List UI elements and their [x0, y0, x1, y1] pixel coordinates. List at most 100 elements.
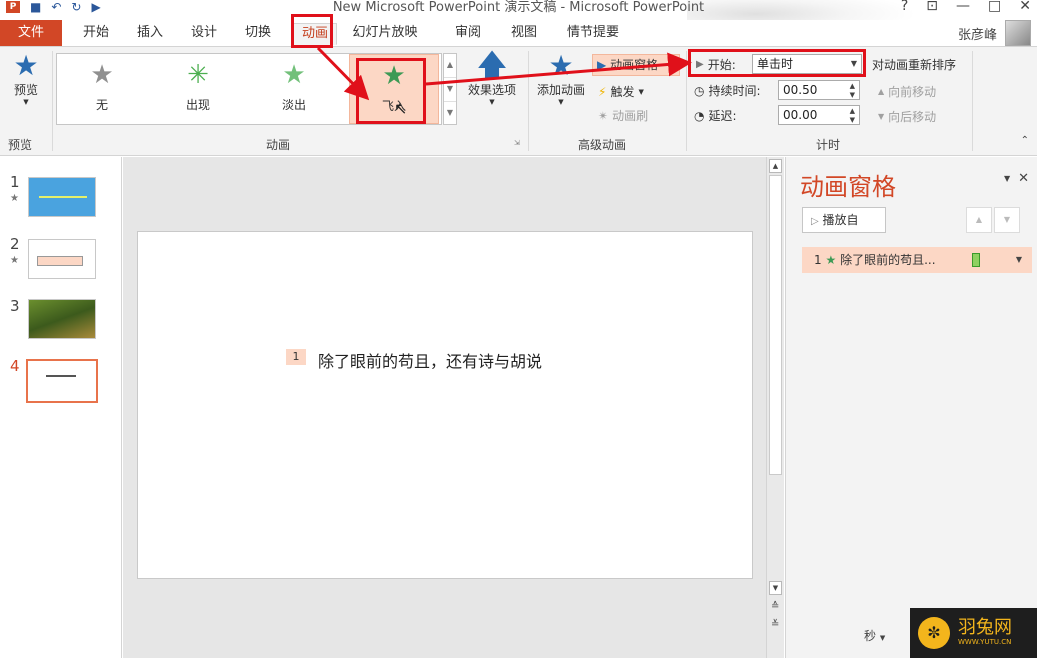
next-slide-icon[interactable]: ≚	[771, 619, 779, 630]
vertical-scrollbar[interactable]: ▲ ▼ ≙ ≚	[766, 157, 784, 658]
trigger-button[interactable]: ⚡ 触发 ▼	[598, 83, 644, 100]
star-gray-icon: ★	[90, 60, 114, 90]
tab-file[interactable]: 文件	[0, 20, 62, 46]
animation-none[interactable]: ★ 无	[57, 54, 147, 124]
move-earlier-label: 向前移动	[888, 85, 937, 99]
gallery-down-icon[interactable]: ▼	[444, 78, 456, 102]
scroll-down-icon[interactable]: ▼	[769, 581, 782, 595]
tab-animations[interactable]: 动画	[293, 23, 337, 45]
current-slide[interactable]: 1 除了眼前的苟且，还有诗与胡说	[137, 231, 753, 579]
dialog-launcher-icon[interactable]: ⇲	[514, 139, 520, 147]
star-green-icon: ★	[282, 60, 306, 90]
chevron-down-icon: ▼	[638, 87, 644, 96]
seconds-dropdown[interactable]: 秒 ▼	[864, 627, 885, 644]
animation-fade[interactable]: ★ 淡出	[249, 54, 339, 124]
start-value: 单击时	[757, 57, 794, 71]
fly-in-star-icon: ★	[825, 253, 837, 267]
duration-value: 00.50	[783, 83, 818, 97]
animation-pane: 动画窗格 ▼ ✕ ▷ 播放自 ▲ ▼ 1 ★ 除了眼前的苟且... ▼ 秒 ▼	[785, 157, 1037, 658]
chevron-down-icon: ▼	[489, 98, 495, 106]
animation-order-tag[interactable]: 1	[286, 349, 306, 365]
title-bar: P ■ ↶ ↻ ▶ New Microsoft PowerPoint 演示文稿 …	[0, 0, 1037, 20]
pane-options-icon[interactable]: ▼	[1004, 171, 1010, 187]
divider	[972, 51, 973, 151]
scroll-thumb[interactable]	[769, 175, 782, 475]
help-icon[interactable]: ?	[901, 0, 908, 14]
animation-pane-title: 动画窗格	[800, 173, 896, 201]
spinner-icon[interactable]: ▲ ▼	[850, 107, 855, 125]
chevron-down-icon: ▼	[23, 98, 29, 106]
move-later-label: 向后移动	[888, 110, 937, 124]
preview-star-icon: ★	[13, 49, 39, 82]
close-pane-icon[interactable]: ✕	[1018, 171, 1029, 187]
preview-button[interactable]: ★ 预览 ▼	[4, 49, 48, 107]
move-up-button[interactable]: ▲	[966, 207, 992, 233]
animation-pane-button[interactable]: ▶ 动画窗格	[592, 54, 680, 76]
animation-list-item[interactable]: 1 ★ 除了眼前的苟且... ▼	[802, 247, 1032, 273]
avatar[interactable]	[1005, 20, 1031, 46]
ribbon-display-icon[interactable]: ⊡	[926, 0, 938, 14]
divider	[528, 51, 529, 151]
play-from-button[interactable]: ▷ 播放自	[802, 207, 886, 233]
move-down-button[interactable]: ▼	[994, 207, 1020, 233]
start-label-text: 开始:	[707, 58, 736, 72]
previous-slide-icon[interactable]: ≙	[771, 601, 779, 612]
maximize-icon[interactable]: □	[988, 0, 1001, 14]
tab-design[interactable]: 设计	[184, 23, 224, 45]
close-icon[interactable]: ✕	[1019, 0, 1031, 14]
animation-label: 无	[95, 98, 108, 112]
slide-thumbnail-2[interactable]	[28, 239, 96, 279]
duration-stepper[interactable]: 00.50 ▲ ▼	[778, 80, 860, 100]
gallery-scroll[interactable]: ▲ ▼ ▼	[443, 53, 457, 125]
animation-appear[interactable]: ✳ 出现	[153, 54, 243, 124]
group-label-animations: 动画	[266, 138, 291, 152]
effect-options-button[interactable]: 🡅 效果选项 ▼	[462, 51, 522, 107]
move-earlier-button[interactable]: ▲ 向前移动	[878, 83, 936, 100]
slide-thumbnail-1[interactable]	[28, 177, 96, 217]
animation-item-text: 除了眼前的苟且...	[840, 253, 936, 267]
animation-pane-label: 动画窗格	[610, 58, 659, 72]
tab-transitions[interactable]: 切换	[238, 23, 278, 45]
user-name[interactable]: 张彦峰	[958, 24, 997, 43]
animation-label: 淡出	[281, 98, 306, 112]
move-later-button[interactable]: ▼ 向后移动	[878, 108, 936, 125]
animation-fly-in[interactable]: ★ 飞入 ↖	[349, 54, 439, 124]
group-label-advanced: 高级动画	[578, 138, 627, 152]
chevron-down-icon[interactable]: ▼	[1016, 247, 1022, 273]
slide-text[interactable]: 除了眼前的苟且，还有诗与胡说	[318, 348, 542, 372]
slide-number: 2	[10, 235, 20, 253]
duration-label-text: 持续时间:	[708, 84, 761, 98]
gallery-more-icon[interactable]: ▼	[444, 102, 456, 126]
window-title: New Microsoft PowerPoint 演示文稿 - Microsof…	[332, 0, 705, 15]
timing-bar[interactable]	[972, 253, 980, 267]
animation-gallery: ★ 无 ✳ 出现 ★ 淡出 ★ 飞入 ↖	[56, 53, 442, 125]
tab-review[interactable]: 审阅	[448, 23, 488, 45]
tab-view[interactable]: 视图	[504, 23, 544, 45]
delay-stepper[interactable]: 00.00 ▲ ▼	[778, 105, 860, 125]
tab-slideshow[interactable]: 幻灯片放映	[342, 23, 428, 45]
window-controls: ? ⊡ — □ ✕	[901, 0, 1031, 14]
start-label: ▶ 开始:	[696, 56, 736, 73]
cursor-icon: ↖	[394, 99, 408, 118]
add-animation-star-icon: ★	[548, 49, 574, 82]
duration-label: ◷ 持续时间:	[694, 82, 761, 99]
fly-in-star-icon: ★	[382, 61, 406, 91]
collapse-ribbon-icon[interactable]: ⌃	[1021, 135, 1029, 146]
animation-pane-icon: ▶	[597, 58, 607, 72]
divider	[686, 51, 687, 151]
start-dropdown[interactable]: 单击时 ▼	[752, 54, 862, 74]
animation-painter-button[interactable]: ✴ 动画刷	[598, 107, 648, 124]
add-animation-button[interactable]: ★ 添加动画 ▼	[532, 49, 590, 107]
slide-thumbnail-3[interactable]	[28, 299, 96, 339]
scroll-up-icon[interactable]: ▲	[769, 159, 782, 173]
gallery-up-icon[interactable]: ▲	[444, 54, 456, 78]
ribbon-animations: ★ 预览 ▼ 预览 ★ 无 ✳ 出现 ★ 淡出 ★ 飞入 ↖ ▲ ▼ ▼ 🡅 效…	[0, 46, 1037, 156]
slide-thumbnail-4[interactable]	[26, 359, 98, 403]
thumb-text-line	[39, 196, 87, 198]
watermark-url: WWW.YUTU.CN	[958, 638, 1012, 646]
minimize-icon[interactable]: —	[956, 0, 970, 14]
tab-home[interactable]: 开始	[76, 23, 116, 45]
spinner-icon[interactable]: ▲ ▼	[850, 82, 855, 100]
tab-storyboard[interactable]: 情节提要	[560, 23, 626, 45]
tab-insert[interactable]: 插入	[130, 23, 170, 45]
